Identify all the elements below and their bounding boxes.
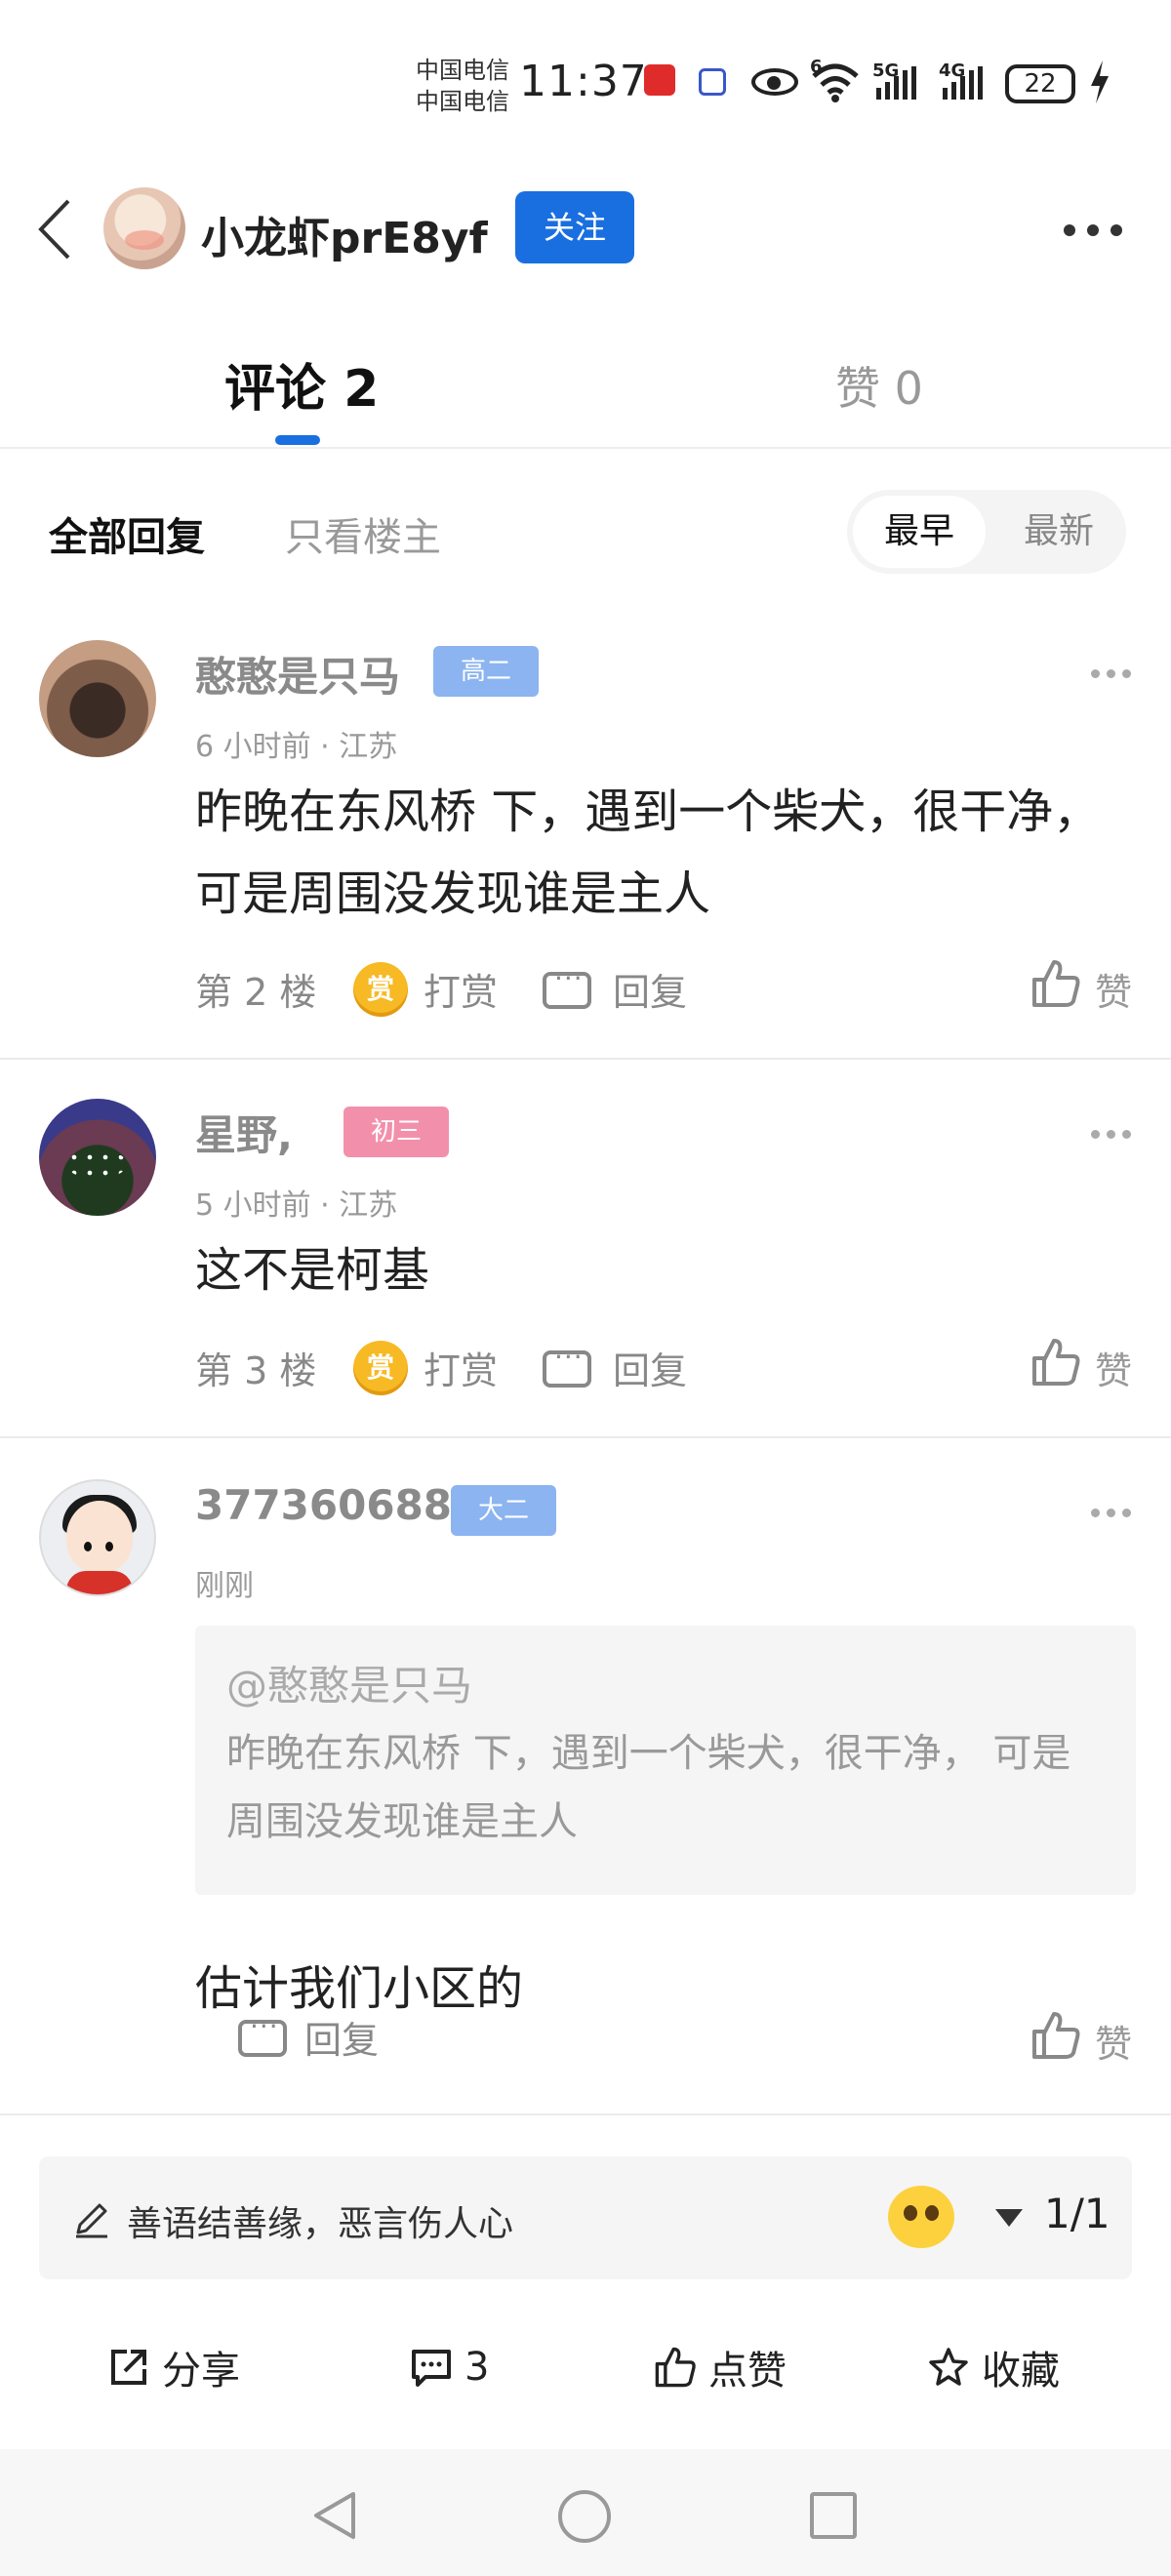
- like-icon[interactable]: [1030, 2010, 1081, 2061]
- reply-icon[interactable]: [543, 1341, 591, 1388]
- floor-label: 第 2 楼: [195, 971, 317, 1014]
- sort-newest-button[interactable]: 最新: [997, 496, 1120, 568]
- star-icon: [929, 2348, 968, 2386]
- comment-item: 377360688 大二 刚刚 @憨憨是只马 昨晚在东风桥 下，遇到一个柴犬，很…: [0, 1440, 1171, 2115]
- like-button[interactable]: 赞: [1095, 2014, 1132, 2068]
- tab-bar: 评论 2 赞 0: [0, 322, 1171, 449]
- signal-icon: [943, 66, 983, 100]
- share-icon: [111, 2350, 146, 2385]
- more-icon[interactable]: [1064, 224, 1122, 236]
- floor-label: 第 3 楼: [195, 1349, 317, 1392]
- tab-likes[interactable]: 赞 0: [835, 353, 923, 418]
- comment-item: 憨憨是只马 高二 6 小时前 · 江苏 昨晚在东风桥 下，遇到一个柴犬，很干净，…: [0, 615, 1171, 1060]
- comment-icon: [412, 2350, 451, 2387]
- emoji-icon[interactable]: [888, 2186, 954, 2248]
- pencil-icon: [76, 2203, 107, 2238]
- network-6g-label: 6: [810, 57, 823, 77]
- author-name[interactable]: 小龙虾prE8yf: [201, 203, 488, 265]
- reply-icon[interactable]: [543, 962, 591, 1009]
- tip-button[interactable]: 打赏: [424, 1341, 498, 1394]
- page-indicator[interactable]: 1/1: [1044, 2190, 1110, 2237]
- comment-more-icon[interactable]: [1091, 1509, 1131, 1517]
- sort-toggle: 最早 最新: [847, 490, 1126, 574]
- share-label: 分享: [162, 2349, 240, 2394]
- charging-icon: [1091, 60, 1109, 103]
- app-badge-blue-icon: [699, 68, 726, 96]
- tip-button[interactable]: 打赏: [424, 962, 498, 1016]
- signal-icon: [876, 66, 916, 100]
- filter-row: 全部回复 只看楼主 最早 最新: [0, 478, 1171, 585]
- grade-badge: 初三: [343, 1107, 449, 1157]
- grade-badge: 大二: [451, 1485, 556, 1536]
- like-button[interactable]: 赞: [1095, 962, 1132, 1016]
- avatar[interactable]: [39, 1479, 156, 1596]
- comment-item: 星野, 初三 5 小时前 · 江苏 这不是柯基 第 3 楼 赏 打赏 回复 赞: [0, 1062, 1171, 1438]
- comment-meta: 6 小时前 · 江苏: [195, 730, 398, 764]
- follow-button[interactable]: 关注: [515, 191, 634, 263]
- comment-more-icon[interactable]: [1091, 669, 1131, 678]
- comment-username[interactable]: 憨憨是只马: [195, 644, 400, 704]
- reply-button[interactable]: 回复: [613, 1341, 687, 1394]
- comment-input-bar[interactable]: 善语结善缘，恶言伤人心 1/1: [39, 2156, 1132, 2279]
- back-icon[interactable]: [33, 197, 76, 262]
- comment-meta: 刚刚: [195, 1569, 254, 1603]
- status-time: 11:37: [519, 57, 648, 106]
- quoted-text: 昨晚在东风桥 下，遇到一个柴犬，很干净， 可是周围没发现谁是主人: [226, 1731, 1071, 1844]
- tab-indicator: [275, 435, 320, 445]
- triangle-down-icon[interactable]: [995, 2209, 1023, 2227]
- comment-username[interactable]: 星野,: [195, 1103, 293, 1162]
- quoted-comment[interactable]: @憨憨是只马 昨晚在东风桥 下，遇到一个柴犬，很干净， 可是周围没发现谁是主人: [195, 1626, 1136, 1895]
- tip-coin-icon[interactable]: 赏: [353, 962, 408, 1017]
- carrier-2: 中国电信: [416, 88, 509, 115]
- comment-text[interactable]: 昨晚在东风桥 下，遇到一个柴犬，很干净， 可是周围没发现谁是主人: [195, 771, 1112, 935]
- carrier-1: 中国电信: [416, 57, 509, 84]
- author-avatar[interactable]: [103, 187, 185, 269]
- thumbs-up-icon: [655, 2347, 696, 2388]
- favorite-button[interactable]: 收藏: [927, 2338, 1060, 2396]
- comment-more-icon[interactable]: [1091, 1130, 1131, 1139]
- tip-coin-icon[interactable]: 赏: [353, 1341, 408, 1395]
- reply-button[interactable]: 回复: [613, 962, 687, 1016]
- quoted-username: @憨憨是只马: [226, 1662, 473, 1710]
- like-icon[interactable]: [1030, 1337, 1081, 1388]
- carrier-label: 中国电信 中国电信: [416, 55, 509, 117]
- comment-text[interactable]: 这不是柯基: [195, 1229, 1112, 1311]
- like-button[interactable]: 赞: [1095, 1341, 1132, 1394]
- app-badge-red-icon: [644, 64, 675, 96]
- comment-meta: 5 小时前 · 江苏: [195, 1188, 398, 1223]
- status-bar: 中国电信 中国电信 11:37 6 5G 4G 22: [0, 0, 1171, 166]
- eye-icon: [751, 68, 798, 96]
- nav-home-icon[interactable]: [558, 2490, 611, 2543]
- reply-button[interactable]: 回复: [304, 2010, 379, 2064]
- favorite-label: 收藏: [982, 2349, 1060, 2394]
- top-bar: 小龙虾prE8yf 关注: [0, 176, 1171, 283]
- like-icon[interactable]: [1030, 958, 1081, 1009]
- comment-input-placeholder[interactable]: 善语结善缘，恶言伤人心: [127, 2195, 513, 2246]
- sort-earliest-button[interactable]: 最早: [853, 496, 986, 568]
- like-post-button[interactable]: 点赞: [654, 2338, 787, 2396]
- system-nav-bar: [0, 2449, 1171, 2576]
- tab-comments[interactable]: 评论 2: [224, 347, 379, 421]
- comment-count-button[interactable]: 3: [410, 2338, 489, 2396]
- filter-op-only[interactable]: 只看楼主: [285, 505, 441, 562]
- share-button[interactable]: 分享: [107, 2338, 240, 2396]
- battery-icon: 22: [1005, 64, 1075, 103]
- avatar[interactable]: [39, 1099, 156, 1216]
- avatar[interactable]: [39, 640, 156, 757]
- comment-count: 3: [464, 2345, 490, 2390]
- like-post-label: 点赞: [708, 2349, 787, 2394]
- bottom-actions: 分享 3 点赞 收藏: [0, 2303, 1171, 2430]
- reply-icon[interactable]: [238, 2010, 287, 2057]
- grade-badge: 高二: [433, 646, 539, 697]
- filter-all-replies[interactable]: 全部回复: [49, 505, 205, 562]
- battery-level: 22: [1024, 69, 1057, 99]
- comment-username[interactable]: 377360688: [195, 1481, 452, 1529]
- nav-back-icon[interactable]: [308, 2488, 363, 2543]
- nav-recent-apps-icon[interactable]: [810, 2492, 857, 2539]
